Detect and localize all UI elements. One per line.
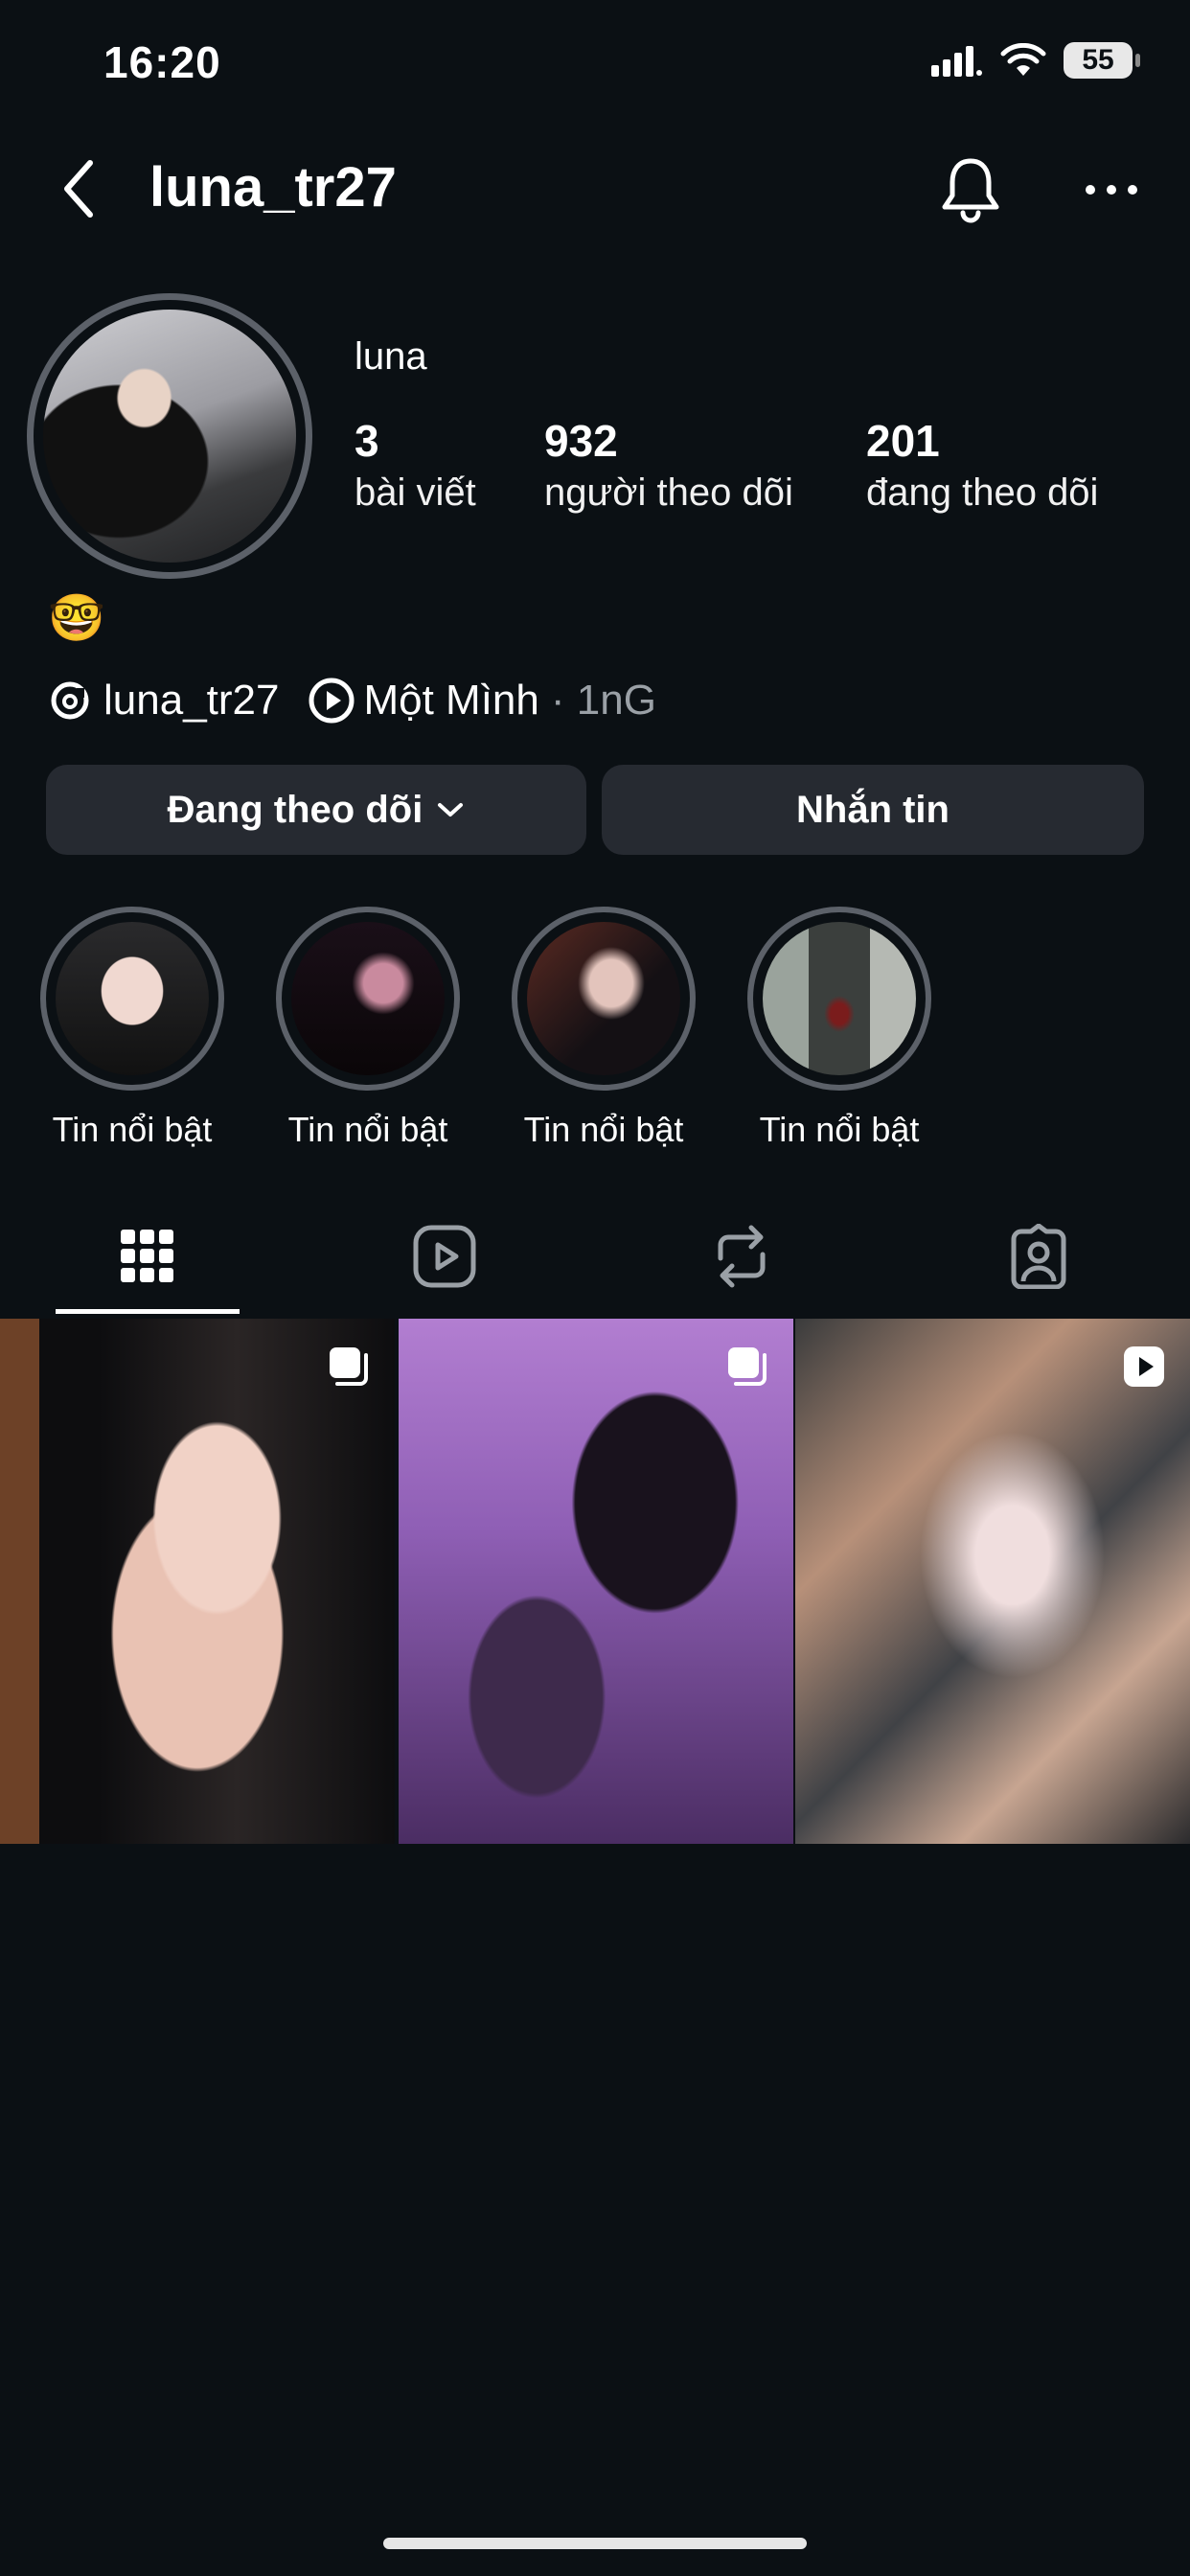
grid-post[interactable] xyxy=(0,1319,395,1844)
threads-link[interactable]: luna_tr27 xyxy=(48,677,279,724)
stat-posts[interactable]: 3 bài viết xyxy=(355,414,476,518)
story-highlight[interactable]: Tin nổi bật xyxy=(744,907,935,1150)
chevron-left-icon xyxy=(64,160,93,218)
message-button-label: Nhắn tin xyxy=(796,788,950,831)
avatar xyxy=(43,310,296,563)
carousel-icon xyxy=(728,1347,767,1386)
highlight-ring xyxy=(40,907,224,1091)
threads-handle: luna_tr27 xyxy=(103,677,280,724)
music-link[interactable]: Một Mình · 1nG xyxy=(308,677,656,724)
chevron-down-icon xyxy=(438,803,464,816)
bio-emoji: 🤓 xyxy=(48,593,105,644)
status-icons: 55 xyxy=(931,42,1140,79)
highlight-ring xyxy=(512,907,696,1091)
highlight-ring xyxy=(276,907,460,1091)
stat-followers-count: 932 xyxy=(544,416,618,466)
more-options-button[interactable] xyxy=(1083,171,1140,209)
story-highlight[interactable]: Tin nổi bật xyxy=(508,907,699,1150)
reel-icon xyxy=(1124,1346,1164,1387)
more-horizontal-icon xyxy=(1086,185,1137,195)
bell-icon xyxy=(942,158,999,223)
highlight-label: Tin nổi bật xyxy=(287,1110,448,1149)
story-highlight[interactable]: Tin nổi bật xyxy=(272,907,464,1150)
notifications-button[interactable] xyxy=(935,153,1006,224)
threads-icon xyxy=(51,681,89,720)
tab-reposts[interactable] xyxy=(646,1213,837,1300)
highlight-label: Tin nổi bật xyxy=(52,1110,213,1149)
story-highlight[interactable]: Tin nổi bật xyxy=(36,907,228,1150)
following-button-label: Đang theo dõi xyxy=(167,788,423,831)
highlight-label: Tin nổi bật xyxy=(759,1110,920,1149)
stat-followers-label: người theo dõi xyxy=(544,472,793,514)
highlight-thumbnail xyxy=(527,922,680,1075)
signal-icon xyxy=(931,46,982,77)
battery-indicator: 55 xyxy=(1064,42,1140,79)
tab-posts-grid[interactable] xyxy=(52,1213,243,1300)
tagged-icon xyxy=(1011,1224,1066,1289)
reposts-icon xyxy=(718,1225,766,1288)
tab-reels[interactable] xyxy=(349,1213,540,1300)
home-indicator[interactable] xyxy=(383,2538,807,2549)
stat-posts-count: 3 xyxy=(355,416,379,466)
battery-level: 55 xyxy=(1082,44,1114,76)
grid-icon xyxy=(121,1230,173,1282)
music-title: Một Mình xyxy=(363,677,539,724)
stat-following-label: đang theo dõi xyxy=(866,472,1099,514)
profile-avatar-ring[interactable] xyxy=(27,293,312,579)
profile-links-row: luna_tr27 Một Mình · 1nG xyxy=(48,677,656,724)
highlight-ring xyxy=(747,907,931,1091)
back-button[interactable] xyxy=(50,153,107,224)
stat-following[interactable]: 201 đang theo dõi xyxy=(866,414,1098,518)
stat-followers[interactable]: 932 người theo dõi xyxy=(544,414,793,518)
stat-posts-label: bài viết xyxy=(355,472,476,514)
active-tab-indicator xyxy=(56,1309,240,1314)
grid-post[interactable] xyxy=(795,1319,1190,1844)
display-name: luna xyxy=(355,335,427,378)
message-button[interactable]: Nhắn tin xyxy=(602,765,1144,855)
highlight-thumbnail xyxy=(291,922,445,1075)
highlight-thumbnail xyxy=(763,922,916,1075)
highlight-thumbnail xyxy=(56,922,209,1075)
music-meta: · 1nG xyxy=(550,677,656,724)
play-circle-icon xyxy=(309,678,355,724)
tab-tagged[interactable] xyxy=(943,1213,1134,1300)
stat-following-count: 201 xyxy=(866,416,940,466)
status-time: 16:20 xyxy=(103,37,221,87)
following-button[interactable]: Đang theo dõi xyxy=(46,765,586,855)
wifi-icon xyxy=(1000,43,1046,76)
header-username: luna_tr27 xyxy=(149,156,397,218)
highlight-label: Tin nổi bật xyxy=(523,1110,684,1149)
carousel-icon xyxy=(330,1347,368,1386)
reels-icon xyxy=(413,1225,476,1288)
grid-post[interactable] xyxy=(399,1319,793,1844)
